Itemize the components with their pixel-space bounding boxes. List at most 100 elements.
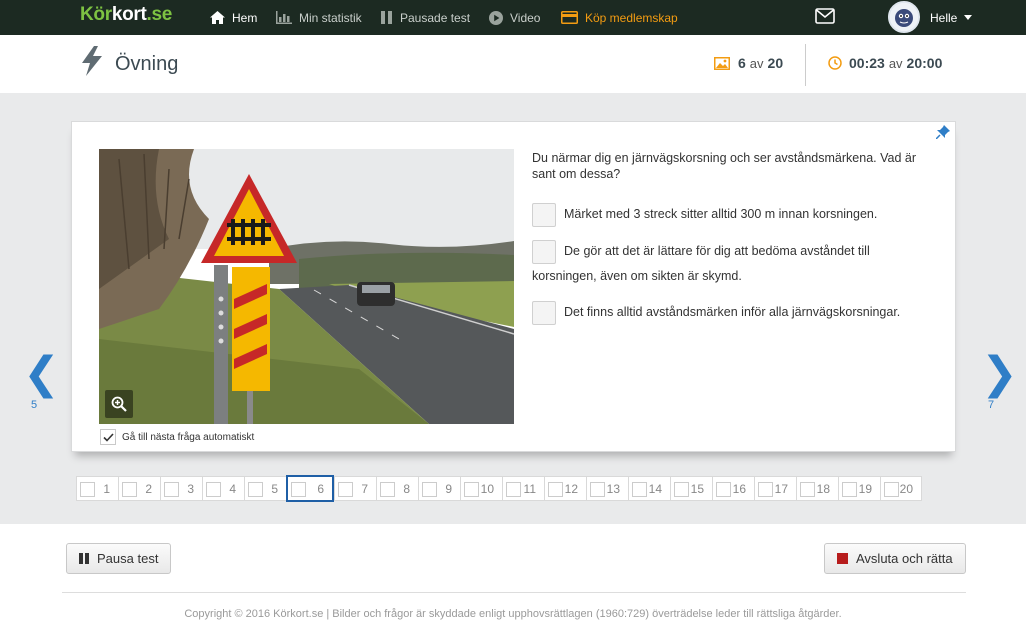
card-icon: [561, 11, 578, 24]
pager-item-13[interactable]: 13: [586, 476, 628, 501]
pager-status-box: [506, 482, 521, 497]
pager-item-6[interactable]: 6: [286, 475, 334, 502]
pager-number: 19: [858, 481, 872, 496]
auto-next-toggle[interactable]: Gå till nästa fråga automatiskt: [100, 429, 254, 445]
pager-number: 16: [732, 481, 746, 496]
lightning-icon: [82, 46, 102, 76]
pager-item-2[interactable]: 2: [118, 476, 160, 501]
question-image: [99, 149, 514, 424]
pager-number: 20: [899, 481, 913, 496]
pager-item-20[interactable]: 20: [880, 476, 922, 501]
pager-item-15[interactable]: 15: [670, 476, 712, 501]
pager-status-box: [291, 482, 306, 497]
nav-item-home[interactable]: Hem: [210, 0, 257, 35]
zoom-in-icon: [111, 396, 127, 412]
pager-item-9[interactable]: 9: [418, 476, 460, 501]
pager-item-3[interactable]: 3: [160, 476, 202, 501]
pager-number: 5: [271, 481, 278, 496]
answer-option-3[interactable]: Det finns alltid avståndsmärken inför al…: [532, 300, 932, 325]
pager-status-box: [758, 482, 773, 497]
pager-status-box: [464, 482, 479, 497]
pager-number: 2: [145, 481, 152, 496]
clock-icon: [828, 56, 842, 70]
pager-number: 10: [480, 481, 494, 496]
pager-status-box: [206, 482, 221, 497]
pause-test-button[interactable]: Pausa test: [66, 543, 172, 574]
play-icon: [489, 10, 503, 25]
footer-divider: [62, 592, 966, 593]
finish-and-grade-button[interactable]: Avsluta och rätta: [824, 543, 966, 574]
question-pager: 1 2 3 4 5 6 7 8 9 10 11 12 13 14 15 16 17 18 19 20: [76, 475, 922, 502]
pager-item-5[interactable]: 5: [244, 476, 286, 501]
copyright-text: Copyright © 2016 Körkort.se | Bilder och…: [184, 608, 842, 620]
pager-item-7[interactable]: 7: [334, 476, 376, 501]
pager-status-box: [380, 482, 395, 497]
pager-number: 9: [445, 481, 452, 496]
mail-icon[interactable]: [815, 8, 835, 29]
nav-item-paused-tests[interactable]: Pausade test: [380, 0, 470, 35]
pager-status-box: [164, 482, 179, 497]
pager-item-1[interactable]: 1: [76, 476, 118, 501]
pager-item-17[interactable]: 17: [754, 476, 796, 501]
home-icon: [210, 11, 225, 24]
timer: 00:23 av 20:00: [828, 55, 942, 71]
pager-number: 4: [229, 481, 236, 496]
pager-item-19[interactable]: 19: [838, 476, 880, 501]
pin-icon[interactable]: [936, 125, 950, 139]
nav-item-video[interactable]: Video: [489, 0, 540, 35]
nav-item-statistics[interactable]: Min statistik: [276, 0, 362, 35]
pager-item-8[interactable]: 8: [376, 476, 418, 501]
avatar[interactable]: [888, 1, 920, 33]
pager-status-box: [842, 482, 857, 497]
pager-item-18[interactable]: 18: [796, 476, 838, 501]
pause-icon: [79, 553, 89, 564]
logo[interactable]: Körkort.se: [80, 4, 172, 26]
main-area: ❮ 5 ❯ 7 Gå till nästa fråga automatiskt …: [0, 93, 1026, 524]
pager-item-4[interactable]: 4: [202, 476, 244, 501]
pager-number: 7: [361, 481, 368, 496]
pager-item-10[interactable]: 10: [460, 476, 502, 501]
user-menu[interactable]: Helle: [930, 0, 973, 35]
pager-number: 17: [774, 481, 788, 496]
question-counter: 6 av 20: [714, 55, 783, 71]
pager-number: 11: [523, 481, 536, 496]
nav-item-buy-membership[interactable]: Köp medlemskap: [561, 0, 678, 35]
prev-question-button[interactable]: ❮: [23, 348, 60, 399]
pause-icon: [381, 11, 392, 24]
pager-status-box: [122, 482, 137, 497]
pager-number: 15: [690, 481, 704, 496]
prev-question-number[interactable]: 5: [31, 399, 37, 411]
pager-item-14[interactable]: 14: [628, 476, 670, 501]
auto-next-checkbox[interactable]: [100, 429, 116, 445]
pager-item-12[interactable]: 12: [544, 476, 586, 501]
pager-number: 13: [606, 481, 620, 496]
checkmark-icon: [102, 432, 114, 442]
answer-option-1[interactable]: Märket med 3 streck sitter alltid 300 m …: [532, 202, 932, 227]
stop-icon: [837, 553, 848, 564]
pager-status-box: [80, 482, 95, 497]
pager-status-box: [422, 482, 437, 497]
page-header: Övning 6 av 20 00:23 av 20:00: [0, 35, 1026, 93]
next-question-button[interactable]: ❯: [981, 348, 1018, 399]
pager-number: 3: [187, 481, 194, 496]
pager-number: 6: [317, 481, 324, 496]
pager-item-11[interactable]: 11: [502, 476, 544, 501]
pager-status-box: [632, 482, 647, 497]
answer-checkbox[interactable]: [532, 300, 556, 325]
zoom-button[interactable]: [105, 390, 133, 418]
pager-status-box: [590, 482, 605, 497]
pager-item-16[interactable]: 16: [712, 476, 754, 501]
pager-status-box: [800, 482, 815, 497]
pager-number: 14: [648, 481, 662, 496]
answer-option-2[interactable]: De gör att det är lättare för dig att be…: [532, 239, 932, 288]
answer-checkbox[interactable]: [532, 239, 556, 264]
pager-status-box: [716, 482, 731, 497]
top-nav: Körkort.se Hem Min statistik Pausade tes…: [0, 0, 1026, 35]
answer-checkbox[interactable]: [532, 202, 556, 227]
image-icon: [714, 56, 730, 70]
pager-number: 8: [403, 481, 410, 496]
next-question-number[interactable]: 7: [988, 399, 994, 411]
pager-status-box: [674, 482, 689, 497]
header-divider: [805, 44, 806, 86]
question-card: Gå till nästa fråga automatiskt Du närma…: [71, 121, 956, 452]
